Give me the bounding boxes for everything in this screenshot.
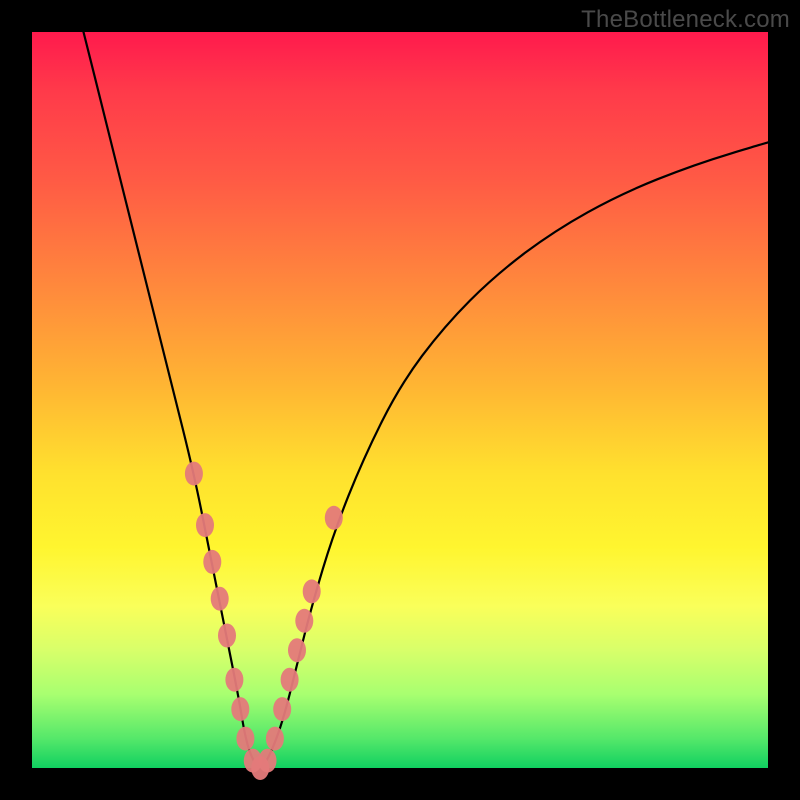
marker-dot — [203, 550, 221, 574]
bottleneck-curve — [84, 32, 769, 766]
marker-dot — [211, 587, 229, 611]
marker-dot — [236, 727, 254, 751]
marker-dot — [295, 609, 313, 633]
curve-svg — [32, 32, 768, 768]
marker-dot — [303, 579, 321, 603]
chart-frame: TheBottleneck.com — [0, 0, 800, 800]
marker-dot — [273, 697, 291, 721]
watermark-text: TheBottleneck.com — [581, 6, 790, 34]
marker-dot — [185, 462, 203, 486]
marker-dot — [225, 668, 243, 692]
marker-dot — [281, 668, 299, 692]
marker-dot — [325, 506, 343, 530]
marker-dot — [288, 638, 306, 662]
marker-dot — [266, 727, 284, 751]
marker-dot — [259, 749, 277, 773]
marker-dot — [231, 697, 249, 721]
plot-area — [32, 32, 768, 768]
marker-dot — [218, 624, 236, 648]
curve-markers — [185, 462, 343, 780]
marker-dot — [196, 513, 214, 537]
